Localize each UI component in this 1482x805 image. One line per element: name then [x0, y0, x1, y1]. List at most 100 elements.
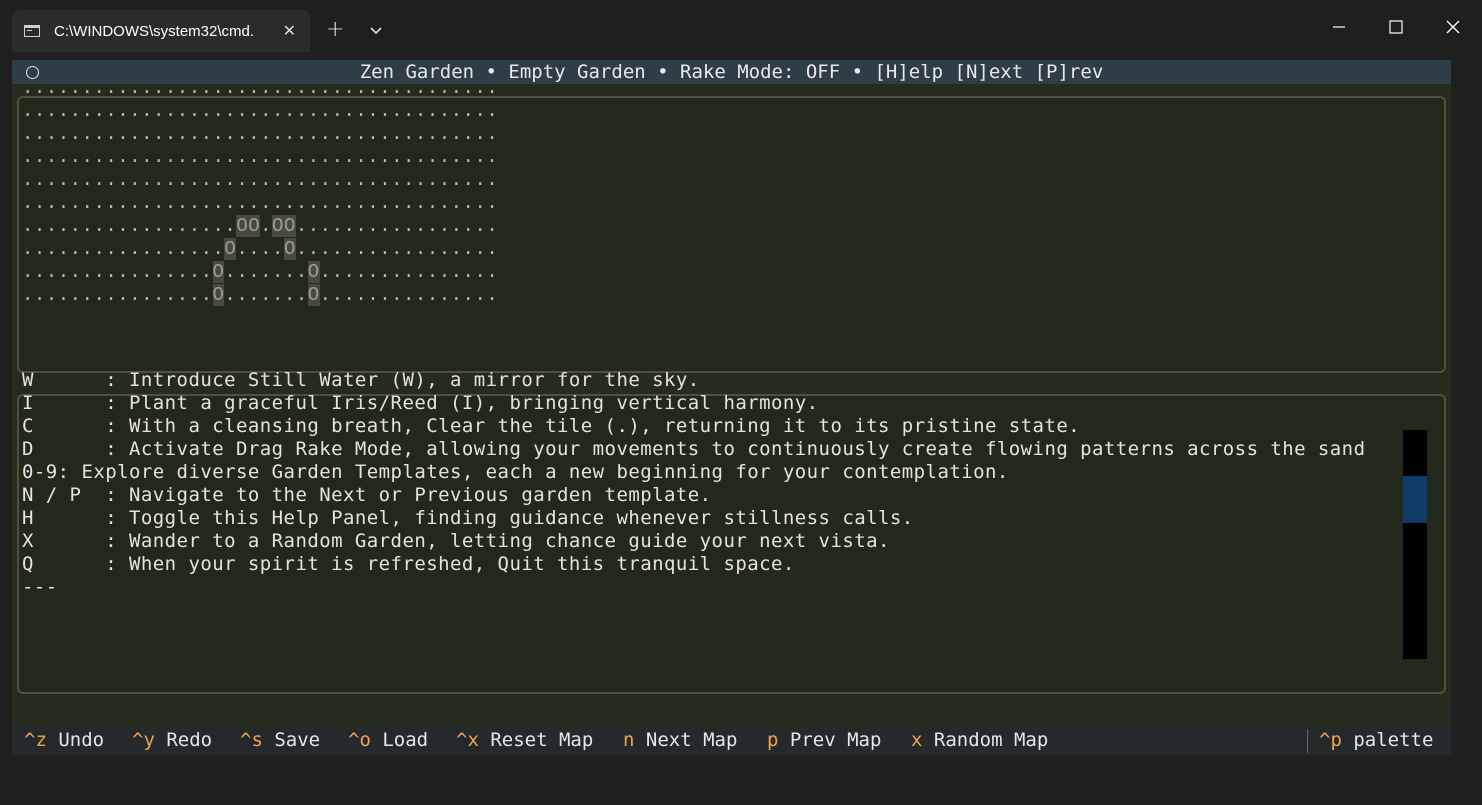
sand-tile[interactable]: .: [213, 146, 225, 168]
sand-tile[interactable]: .: [93, 123, 105, 145]
sand-tile[interactable]: .: [129, 100, 141, 122]
sand-tile[interactable]: .: [153, 261, 165, 283]
sand-tile[interactable]: .: [141, 215, 153, 237]
sand-tile[interactable]: .: [439, 284, 451, 306]
sand-tile[interactable]: .: [415, 169, 427, 191]
sand-tile[interactable]: .: [355, 238, 367, 260]
sand-tile[interactable]: .: [379, 77, 391, 99]
sand-tile[interactable]: .: [34, 123, 46, 145]
sand-tile[interactable]: .: [105, 146, 117, 168]
sand-tile[interactable]: .: [391, 284, 403, 306]
sand-tile[interactable]: .: [22, 77, 34, 99]
sand-tile[interactable]: .: [451, 215, 463, 237]
sand-tile[interactable]: .: [343, 215, 355, 237]
sand-tile[interactable]: .: [367, 215, 379, 237]
sand-tile[interactable]: .: [129, 238, 141, 260]
sand-tile[interactable]: .: [177, 192, 189, 214]
sand-tile[interactable]: .: [355, 261, 367, 283]
stone-tile[interactable]: O: [212, 284, 225, 306]
sand-tile[interactable]: .: [320, 169, 332, 191]
sand-tile[interactable]: .: [451, 238, 463, 260]
sand-tile[interactable]: .: [213, 77, 225, 99]
footer-prev-map-button[interactable]: p Prev Map: [767, 727, 881, 753]
sand-tile[interactable]: .: [403, 238, 415, 260]
sand-tile[interactable]: .: [153, 146, 165, 168]
sand-tile[interactable]: .: [70, 146, 82, 168]
footer-undo-button[interactable]: ^z Undo: [24, 727, 104, 753]
sand-tile[interactable]: .: [332, 169, 344, 191]
footer-load-button[interactable]: ^o Load: [348, 727, 428, 753]
sand-tile[interactable]: .: [451, 77, 463, 99]
sand-tile[interactable]: .: [22, 123, 34, 145]
sand-tile[interactable]: .: [343, 238, 355, 260]
sand-tile[interactable]: .: [451, 192, 463, 214]
sand-tile[interactable]: .: [474, 77, 486, 99]
sand-tile[interactable]: .: [177, 261, 189, 283]
sand-tile[interactable]: .: [474, 192, 486, 214]
sand-tile[interactable]: .: [117, 123, 129, 145]
sand-tile[interactable]: .: [22, 169, 34, 191]
sand-tile[interactable]: .: [141, 169, 153, 191]
sand-tile[interactable]: .: [403, 215, 415, 237]
sand-tile[interactable]: .: [82, 261, 94, 283]
sand-tile[interactable]: .: [236, 100, 248, 122]
sand-tile[interactable]: .: [427, 146, 439, 168]
close-window-icon[interactable]: [1438, 12, 1468, 42]
sand-tile[interactable]: .: [308, 123, 320, 145]
sand-tile[interactable]: .: [320, 215, 332, 237]
sand-tile[interactable]: .: [439, 238, 451, 260]
sand-tile[interactable]: .: [248, 284, 260, 306]
sand-tile[interactable]: .: [284, 100, 296, 122]
sand-tile[interactable]: .: [46, 169, 58, 191]
sand-tile[interactable]: .: [415, 284, 427, 306]
sand-tile[interactable]: .: [189, 284, 201, 306]
sand-tile[interactable]: .: [22, 100, 34, 122]
sand-tile[interactable]: .: [332, 123, 344, 145]
sand-tile[interactable]: .: [201, 123, 213, 145]
sand-tile[interactable]: .: [224, 100, 236, 122]
sand-tile[interactable]: .: [379, 100, 391, 122]
sand-tile[interactable]: .: [403, 77, 415, 99]
sand-tile[interactable]: .: [248, 261, 260, 283]
sand-tile[interactable]: .: [70, 77, 82, 99]
sand-tile[interactable]: .: [58, 261, 70, 283]
stone-tile[interactable]: O: [307, 261, 320, 283]
sand-tile[interactable]: .: [46, 238, 58, 260]
sand-tile[interactable]: .: [486, 100, 498, 122]
sand-tile[interactable]: .: [93, 284, 105, 306]
sand-tile[interactable]: .: [46, 146, 58, 168]
sand-tile[interactable]: .: [451, 284, 463, 306]
sand-tile[interactable]: .: [272, 169, 284, 191]
sand-tile[interactable]: .: [22, 284, 34, 306]
sand-tile[interactable]: .: [177, 284, 189, 306]
sand-tile[interactable]: .: [93, 215, 105, 237]
sand-tile[interactable]: .: [415, 123, 427, 145]
sand-tile[interactable]: .: [224, 192, 236, 214]
sand-tile[interactable]: .: [213, 100, 225, 122]
sand-tile[interactable]: .: [58, 146, 70, 168]
sand-tile[interactable]: .: [189, 192, 201, 214]
sand-tile[interactable]: .: [486, 238, 498, 260]
sand-tile[interactable]: .: [82, 215, 94, 237]
sand-tile[interactable]: .: [379, 123, 391, 145]
sand-tile[interactable]: .: [355, 146, 367, 168]
sand-tile[interactable]: .: [70, 169, 82, 191]
sand-tile[interactable]: .: [320, 284, 332, 306]
sand-tile[interactable]: .: [391, 100, 403, 122]
sand-tile[interactable]: .: [117, 284, 129, 306]
stone-tile[interactable]: O: [307, 284, 320, 306]
sand-tile[interactable]: .: [451, 169, 463, 191]
sand-tile[interactable]: .: [105, 123, 117, 145]
sand-tile[interactable]: .: [296, 123, 308, 145]
sand-tile[interactable]: .: [463, 123, 475, 145]
sand-tile[interactable]: .: [284, 123, 296, 145]
chevron-down-icon[interactable]: [366, 20, 386, 40]
sand-tile[interactable]: .: [391, 215, 403, 237]
sand-tile[interactable]: .: [486, 169, 498, 191]
sand-tile[interactable]: .: [177, 146, 189, 168]
sand-tile[interactable]: .: [236, 146, 248, 168]
new-tab-button[interactable]: +: [326, 18, 344, 42]
sand-tile[interactable]: .: [296, 100, 308, 122]
sand-tile[interactable]: .: [93, 169, 105, 191]
sand-tile[interactable]: .: [105, 77, 117, 99]
